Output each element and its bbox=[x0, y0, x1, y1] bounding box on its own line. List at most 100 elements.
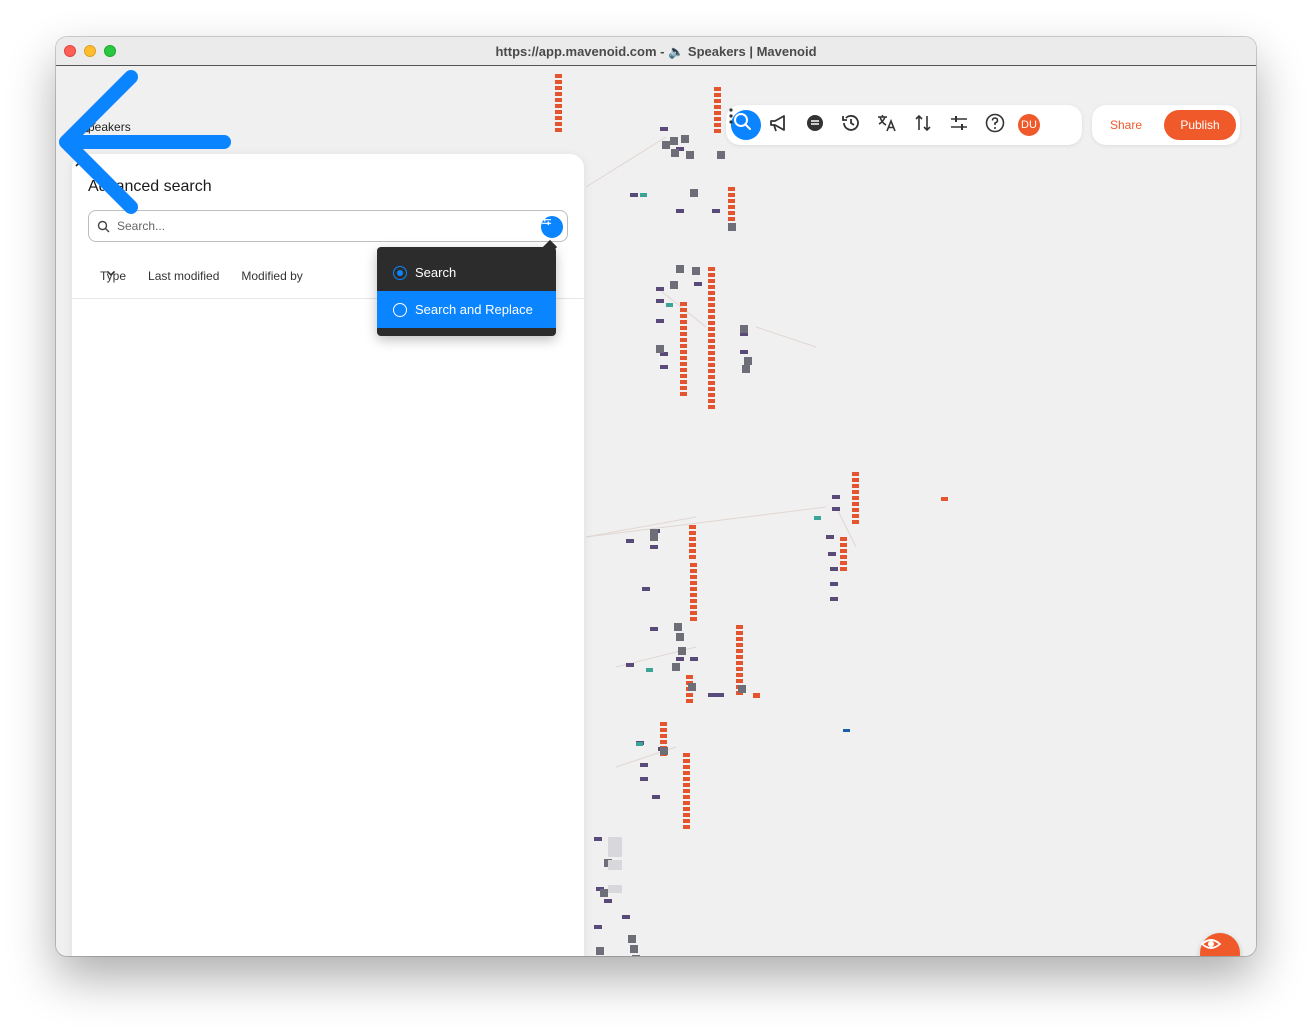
flow-node[interactable] bbox=[608, 860, 622, 870]
flow-node[interactable] bbox=[840, 555, 847, 559]
flow-node[interactable] bbox=[708, 351, 715, 355]
flow-node[interactable] bbox=[555, 74, 562, 78]
flow-node[interactable] bbox=[708, 375, 715, 379]
flow-node[interactable] bbox=[680, 302, 687, 306]
flow-node[interactable] bbox=[714, 105, 721, 109]
flow-node[interactable] bbox=[640, 777, 648, 781]
flow-node[interactable] bbox=[708, 363, 715, 367]
flow-node[interactable] bbox=[742, 365, 750, 373]
flow-node[interactable] bbox=[626, 539, 634, 543]
flow-node[interactable] bbox=[650, 545, 658, 549]
flow-node[interactable] bbox=[728, 211, 735, 215]
flow-node[interactable] bbox=[830, 597, 838, 601]
flow-node[interactable] bbox=[708, 381, 715, 385]
flow-node[interactable] bbox=[708, 357, 715, 361]
flow-node[interactable] bbox=[683, 789, 690, 793]
flow-node[interactable] bbox=[690, 657, 698, 661]
flow-node[interactable] bbox=[852, 496, 859, 500]
flow-node[interactable] bbox=[736, 625, 743, 629]
flow-node[interactable] bbox=[708, 387, 715, 391]
flow-node[interactable] bbox=[826, 535, 834, 539]
flow-node[interactable] bbox=[740, 325, 748, 333]
flow-node[interactable] bbox=[680, 362, 687, 366]
flow-node[interactable] bbox=[660, 740, 667, 744]
flow-node[interactable] bbox=[642, 587, 650, 591]
flow-node[interactable] bbox=[680, 326, 687, 330]
flow-node[interactable] bbox=[708, 405, 715, 409]
flow-node[interactable] bbox=[555, 98, 562, 102]
flow-node[interactable] bbox=[622, 915, 630, 919]
flow-node[interactable] bbox=[683, 807, 690, 811]
flow-node[interactable] bbox=[681, 135, 689, 143]
flow-node[interactable] bbox=[680, 320, 687, 324]
flow-node[interactable] bbox=[690, 575, 697, 579]
flow-node[interactable] bbox=[690, 563, 697, 567]
flow-node[interactable] bbox=[594, 837, 602, 841]
flow-node[interactable] bbox=[683, 825, 690, 829]
flow-node[interactable] bbox=[640, 193, 647, 197]
flow-node[interactable] bbox=[660, 734, 667, 738]
flow-node[interactable] bbox=[708, 273, 715, 277]
flow-node[interactable] bbox=[686, 151, 694, 159]
flow-node[interactable] bbox=[840, 543, 847, 547]
flow-node[interactable] bbox=[626, 663, 634, 667]
flow-node[interactable] bbox=[744, 357, 752, 365]
publish-button[interactable]: Publish bbox=[1164, 110, 1236, 140]
flow-node[interactable] bbox=[852, 472, 859, 476]
flow-node[interactable] bbox=[680, 356, 687, 360]
flow-node[interactable] bbox=[683, 777, 690, 781]
flow-node[interactable] bbox=[728, 223, 736, 231]
menu-item-search[interactable]: Search bbox=[377, 254, 556, 291]
flow-node[interactable] bbox=[716, 693, 724, 697]
flow-node[interactable] bbox=[689, 555, 696, 559]
flow-node[interactable] bbox=[686, 675, 693, 679]
flow-node[interactable] bbox=[714, 111, 721, 115]
flow-node[interactable] bbox=[594, 925, 602, 929]
flow-node[interactable] bbox=[660, 365, 668, 369]
help-button[interactable] bbox=[984, 112, 1010, 138]
flow-node[interactable] bbox=[728, 187, 735, 191]
flow-node[interactable] bbox=[636, 742, 643, 746]
flow-node[interactable] bbox=[683, 783, 690, 787]
flow-node[interactable] bbox=[683, 771, 690, 775]
flow-node[interactable] bbox=[660, 722, 667, 726]
flow-node[interactable] bbox=[708, 279, 715, 283]
flow-node[interactable] bbox=[708, 315, 715, 319]
flow-node[interactable] bbox=[604, 899, 612, 903]
flow-node[interactable] bbox=[736, 667, 743, 671]
flow-node[interactable] bbox=[683, 801, 690, 805]
flow-node[interactable] bbox=[680, 380, 687, 384]
flow-node[interactable] bbox=[656, 287, 664, 291]
share-button[interactable]: Share bbox=[1098, 111, 1154, 139]
translate-button[interactable] bbox=[876, 112, 902, 138]
flow-node[interactable] bbox=[683, 795, 690, 799]
flow-node[interactable] bbox=[683, 765, 690, 769]
flow-node[interactable] bbox=[714, 123, 721, 127]
flow-node[interactable] bbox=[672, 663, 680, 671]
flow-node[interactable] bbox=[630, 945, 638, 953]
flow-node[interactable] bbox=[728, 205, 735, 209]
flow-node[interactable] bbox=[676, 265, 684, 273]
flow-node[interactable] bbox=[708, 393, 715, 397]
flow-node[interactable] bbox=[690, 599, 697, 603]
flow-node[interactable] bbox=[683, 819, 690, 823]
flow-node[interactable] bbox=[714, 117, 721, 121]
flow-node[interactable] bbox=[941, 497, 948, 501]
flow-node[interactable] bbox=[830, 582, 838, 586]
flow-node[interactable] bbox=[708, 297, 715, 301]
flow-node[interactable] bbox=[555, 92, 562, 96]
flow-node[interactable] bbox=[683, 753, 690, 757]
flow-node[interactable] bbox=[555, 128, 562, 132]
flow-node[interactable] bbox=[832, 495, 840, 499]
flow-node[interactable] bbox=[690, 587, 697, 591]
flow-node[interactable] bbox=[708, 345, 715, 349]
flow-node[interactable] bbox=[596, 947, 604, 955]
flow-node[interactable] bbox=[717, 151, 725, 159]
flow-node[interactable] bbox=[714, 129, 721, 133]
user-avatar[interactable]: DU bbox=[1018, 114, 1040, 136]
flow-node[interactable] bbox=[680, 344, 687, 348]
flow-node[interactable] bbox=[680, 338, 687, 342]
flow-node[interactable] bbox=[728, 193, 735, 197]
flow-node[interactable] bbox=[680, 374, 687, 378]
flow-node[interactable] bbox=[708, 291, 715, 295]
